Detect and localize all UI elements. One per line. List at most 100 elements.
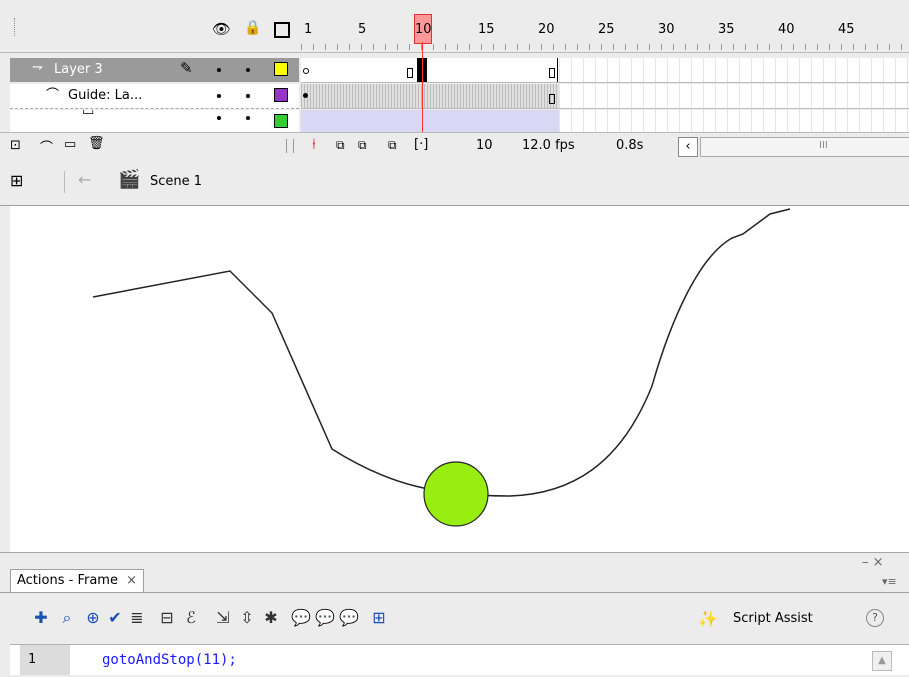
splitter-handle[interactable] [286,139,294,153]
timeline-panel: 👁 🔒 1 5 10 15 20 25 30 35 40 45 ⇁ Layer … [0,0,909,162]
code-hint-icon[interactable]: ⊟ [156,607,178,629]
modify-markers-icon[interactable]: [·] [414,137,428,152]
layer-row-guide[interactable]: ⌒ Guide: La... [10,84,299,109]
frame-number: 5 [358,22,367,37]
scroll-left-icon[interactable]: ‹ [678,137,698,157]
find-icon[interactable]: ⌕ [56,607,78,629]
scene-clapper-icon: 🎬 [118,169,141,190]
onion-outline-icon[interactable]: ⧉ [358,138,367,153]
lock-dot[interactable] [246,68,250,72]
layer-row-layer-3[interactable]: ⇁ Layer 3 ✎ [10,58,299,82]
magic-wand-icon: ✨ [698,609,718,628]
script-editor[interactable]: 1 gotoAndStop(11); ▲ [10,644,909,675]
onion-skin-icon[interactable]: ⧉ [336,138,345,153]
frame-number: 15 [478,22,495,37]
drag-handle[interactable] [14,18,18,36]
frames-row-guide[interactable] [301,84,909,109]
visibility-dot[interactable] [217,94,221,98]
playhead-line [422,42,423,132]
divider [0,592,909,593]
elapsed-time: 0.8s [616,138,644,153]
layer-icon: ▭ [82,110,95,119]
layer-row-layer-1[interactable]: ▭ [10,110,299,132]
target-path-icon[interactable]: ⊕ [82,607,104,629]
frame-number: 35 [718,22,735,37]
script-assist-button[interactable]: Script Assist [733,611,813,626]
line-number: 1 [20,645,70,675]
lock-icon[interactable]: 🔒 [244,20,261,36]
guide-layer-icon: ⌒ [46,88,60,103]
collapse-braces-icon[interactable]: ⇲ [212,607,234,629]
visibility-dot[interactable] [217,68,221,72]
tab-close-icon[interactable]: × [126,573,137,588]
expand-all-icon[interactable]: ✱ [260,607,282,629]
block-comment-icon[interactable]: 💬 [290,607,312,629]
green-ball [423,461,489,527]
auto-format-icon[interactable]: ≣ [126,607,148,629]
tab-label: Actions - Frame [17,573,118,588]
check-syntax-icon[interactable]: ✔ [104,607,126,629]
new-layer-icon[interactable]: ⊡ [10,138,21,153]
frame-number: 30 [658,22,675,37]
empty-frames [559,110,909,132]
scene-bar: ⊞ ← 🎬 Scene 1 [0,161,909,206]
lock-dot[interactable] [246,94,250,98]
empty-frames [559,58,909,82]
trash-icon[interactable]: 🗑 [88,136,105,151]
empty-frames [559,84,909,108]
keyframe-icon [303,93,308,98]
current-frame: 10 [476,138,493,153]
outline-icon[interactable] [274,22,290,38]
frame-end-marker [549,94,555,104]
edit-multiple-icon[interactable]: ⧉ [388,138,397,153]
add-guide-icon[interactable]: ⌒ [40,137,53,156]
layer-name: Guide: La... [68,88,143,103]
center-frame-icon[interactable]: ⍿ [312,135,316,153]
frame-ruler [301,44,909,50]
motion-guide-path [92,208,791,497]
frame-number: 45 [838,22,855,37]
stage-canvas[interactable] [10,206,909,552]
actions-panel: – × ▾≡ Actions - Frame × ✚ ⌕ ⊕ ✔ ≣ ⊟ ℰ ⇲… [0,552,909,677]
visibility-dot[interactable] [217,116,221,120]
stage-drawing [92,208,791,527]
frames-row-layer-3[interactable] [301,58,909,83]
timeline-header: 👁 🔒 1 5 10 15 20 25 30 35 40 45 [0,0,909,53]
show-toolbox-icon[interactable]: ⊞ [368,607,390,629]
debug-options-icon[interactable]: ℰ [180,607,202,629]
layer-icon: ⇁ [32,60,43,75]
frame-span [301,58,558,82]
collapse-selection-icon[interactable]: ⇳ [236,607,258,629]
layer-outline-color[interactable] [274,88,288,102]
edit-scene-icon[interactable]: ⊞ [10,171,23,190]
add-statement-icon[interactable]: ✚ [30,607,52,629]
panel-menu-icon[interactable]: ▾≡ [882,575,897,588]
code-line[interactable]: gotoAndStop(11); [102,645,237,675]
frame-end-marker [407,68,413,78]
eye-icon[interactable]: 👁 [212,20,231,38]
remove-comment-icon[interactable]: 💬 [338,607,360,629]
tab-actions-frame[interactable]: Actions - Frame × [10,569,144,592]
divider [64,171,65,193]
frame-rate[interactable]: 12.0 fps [522,138,575,153]
new-folder-icon[interactable]: ▭ [64,137,76,152]
timeline-scrollbar[interactable]: III [700,137,909,157]
frame-number: 40 [778,22,795,37]
line-comment-icon[interactable]: 💬 [314,607,336,629]
scroll-up-icon[interactable]: ▲ [872,651,892,671]
frames-row-layer-1[interactable] [301,110,909,133]
lock-dot[interactable] [246,116,250,120]
frame-number: 10 [415,22,432,37]
panel-window-controls[interactable]: – × [862,555,884,570]
help-icon[interactable]: ? [866,609,884,627]
scrollbar-grip: III [819,140,828,151]
layer-name: Layer 3 [54,62,103,77]
frame-number: 20 [538,22,555,37]
timeline-footer: ⊡ ⌒ ▭ 🗑 ⍿ ⧉ ⧉ ⧉ [·] 10 12.0 fps 0.8s ‹ I… [0,132,909,162]
layer-outline-color[interactable] [274,114,288,128]
layer-outline-color[interactable] [274,62,288,76]
back-arrow-icon[interactable]: ← [78,170,91,189]
frame-number: 25 [598,22,615,37]
empty-keyframe-icon [303,68,309,74]
scene-label[interactable]: Scene 1 [150,174,202,189]
